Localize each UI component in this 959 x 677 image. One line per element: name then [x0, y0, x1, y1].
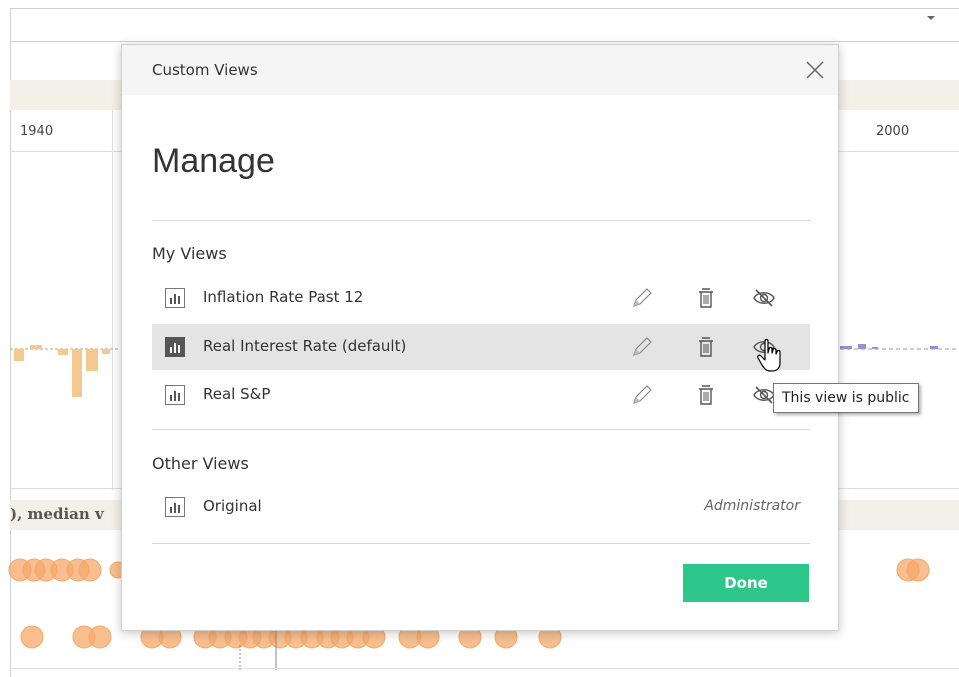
chart-title-fragment: ), median v — [10, 505, 104, 523]
hand-pointer-icon — [757, 338, 781, 372]
view-chart-icon — [165, 385, 185, 405]
page-title: Manage — [152, 142, 275, 180]
my-views-heading: My Views — [152, 244, 227, 263]
view-name[interactable]: Original — [203, 497, 262, 515]
view-owner: Administrator — [704, 498, 800, 514]
custom-views-dialog: Custom Views Manage My Views Inflation R… — [121, 44, 839, 631]
view-chart-icon — [165, 497, 185, 517]
grid-line — [112, 110, 113, 490]
divider — [152, 543, 810, 544]
view-row-original[interactable]: Original Administrator — [152, 484, 810, 530]
dashboard-filter-bar[interactable] — [10, 8, 959, 42]
dropdown-arrow-icon[interactable] — [926, 14, 936, 22]
other-views-heading: Other Views — [152, 454, 249, 473]
divider — [152, 429, 810, 430]
dialog-title: Custom Views — [152, 61, 258, 79]
view-chart-icon — [165, 288, 185, 308]
tableau-window: 1940 2000 ), median v Custom Views Manag… — [0, 0, 959, 677]
view-name[interactable]: Real S&P — [203, 385, 270, 403]
year-label: 2000 — [876, 124, 910, 139]
trash-icon[interactable] — [694, 286, 718, 310]
tooltip: This view is public — [773, 383, 919, 413]
done-button[interactable]: Done — [683, 564, 809, 602]
trash-icon[interactable] — [694, 383, 718, 407]
pencil-icon[interactable] — [630, 383, 654, 407]
pencil-icon[interactable] — [630, 335, 654, 359]
view-chart-icon — [165, 337, 185, 357]
view-row-real-sp[interactable]: Real S&P — [152, 372, 810, 418]
divider — [152, 220, 810, 221]
trash-icon[interactable] — [694, 335, 718, 359]
view-name[interactable]: Inflation Rate Past 12 — [203, 288, 363, 306]
chart-bottom-border — [10, 668, 959, 669]
view-row-inflation-rate[interactable]: Inflation Rate Past 12 — [152, 275, 810, 321]
pencil-icon[interactable] — [630, 286, 654, 310]
year-label: 1940 — [20, 124, 54, 139]
view-name[interactable]: Real Interest Rate (default) — [203, 337, 406, 355]
close-icon[interactable] — [804, 59, 826, 81]
view-row-real-interest-rate[interactable]: Real Interest Rate (default) — [152, 324, 810, 370]
eye-slash-icon[interactable] — [752, 286, 776, 310]
